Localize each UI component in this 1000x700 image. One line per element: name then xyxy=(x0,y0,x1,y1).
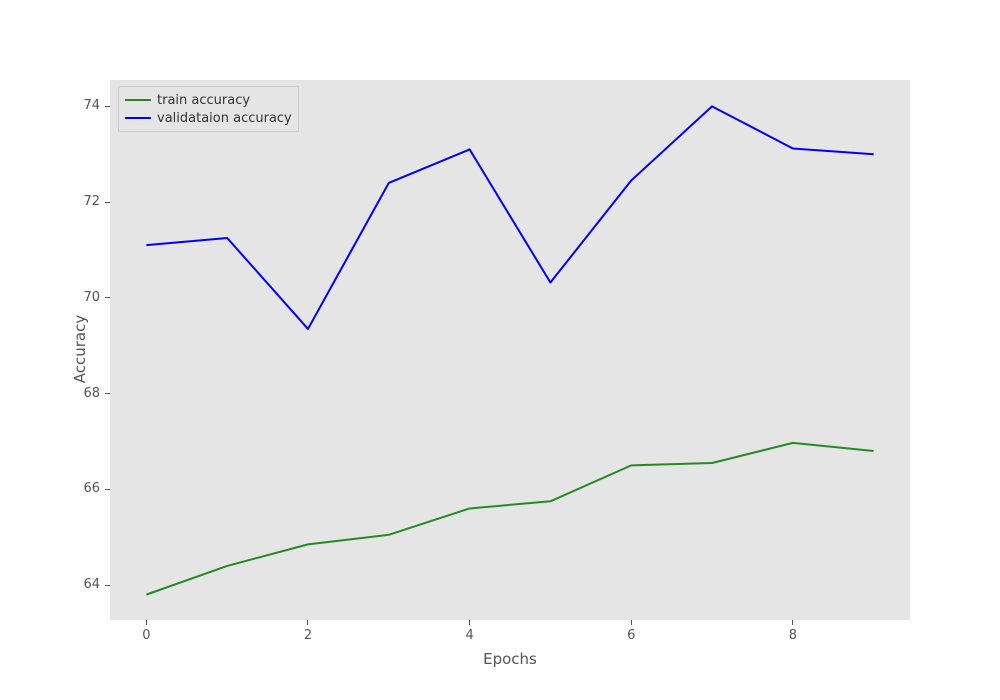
y-tick-label: 64 xyxy=(83,577,100,592)
y-tick-label: 74 xyxy=(83,98,100,113)
y-tick-label: 72 xyxy=(83,194,100,209)
x-tick-mark xyxy=(146,620,147,625)
y-tick-label: 66 xyxy=(83,481,100,496)
x-tick-mark xyxy=(307,620,308,625)
y-tick-mark xyxy=(105,297,110,298)
y-tick-mark xyxy=(105,106,110,107)
x-tick-label: 2 xyxy=(293,628,323,643)
figure: train accuracy validataion accuracy 0 2 4 6 8… xyxy=(0,0,1000,700)
x-tick-label: 0 xyxy=(131,628,161,643)
series-line-0 xyxy=(146,443,873,595)
x-tick-mark xyxy=(631,620,632,625)
legend: train accuracy validataion accuracy xyxy=(118,86,299,132)
x-axis-label: Epochs xyxy=(110,650,910,668)
y-tick-mark xyxy=(105,585,110,586)
plot-area: train accuracy validataion accuracy xyxy=(110,80,910,620)
y-axis-label: Accuracy xyxy=(71,299,89,399)
legend-entry: validataion accuracy xyxy=(125,109,292,127)
legend-entry: train accuracy xyxy=(125,91,292,109)
legend-swatch xyxy=(125,99,151,101)
legend-label: train accuracy xyxy=(157,93,250,108)
y-tick-mark xyxy=(105,489,110,490)
legend-label: validataion accuracy xyxy=(157,111,292,126)
x-tick-mark xyxy=(792,620,793,625)
x-tick-label: 4 xyxy=(455,628,485,643)
series-line-1 xyxy=(146,106,873,329)
legend-swatch xyxy=(125,117,151,119)
lines-svg xyxy=(110,80,910,620)
y-tick-mark xyxy=(105,202,110,203)
x-tick-mark xyxy=(469,620,470,625)
x-tick-label: 6 xyxy=(616,628,646,643)
x-tick-label: 8 xyxy=(778,628,808,643)
y-tick-mark xyxy=(105,393,110,394)
